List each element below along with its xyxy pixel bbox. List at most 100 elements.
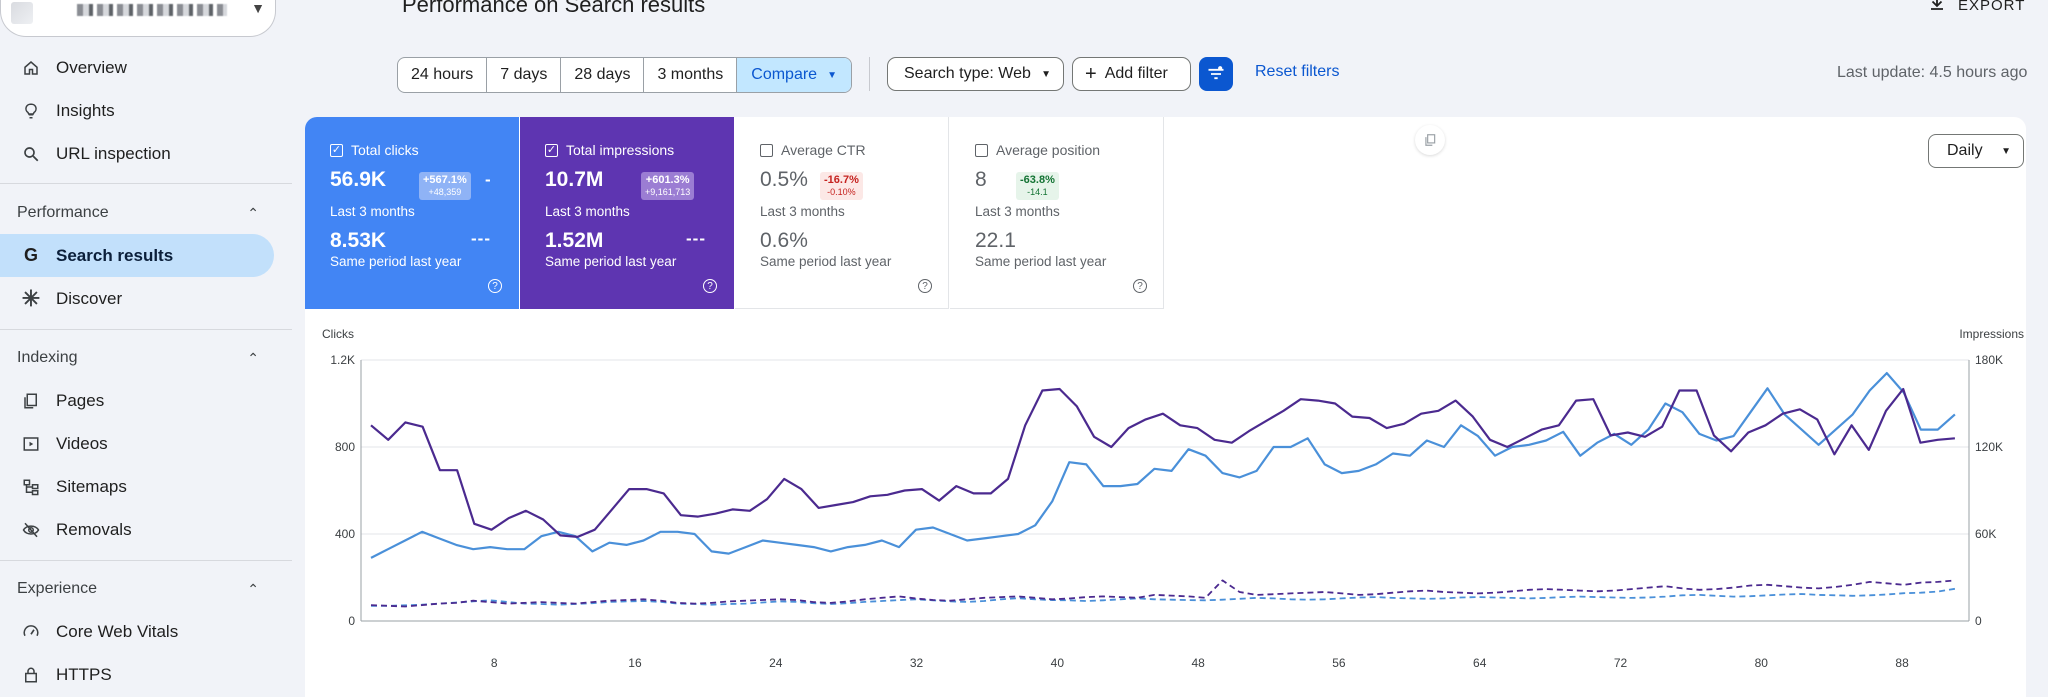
compare-dropdown[interactable]: Compare ▼ <box>737 58 851 92</box>
pages-icon <box>20 390 42 412</box>
date-range-group: 24 hours 7 days 28 days 3 months Compare… <box>397 57 852 93</box>
metric-label: Total impressions <box>566 142 675 158</box>
lightbulb-icon <box>20 100 42 122</box>
series-line-impressions_prev[interactable] <box>370 579 1955 608</box>
help-icon[interactable]: ? <box>488 279 502 293</box>
metric-value: 10.7M <box>545 168 604 191</box>
section-title: Performance <box>17 204 109 221</box>
change-percent: +601.3% <box>645 174 690 186</box>
sidebar-item-removals[interactable]: Removals <box>0 508 274 551</box>
metric-label: Total clicks <box>351 142 419 158</box>
range-28-days-button[interactable]: 28 days <box>561 58 645 92</box>
x-axis-tick: 16 <box>628 656 642 670</box>
sidebar-item-overview[interactable]: Overview <box>0 46 274 89</box>
metric-period: Last 3 months <box>330 204 415 219</box>
search-type-dropdown[interactable]: Search type: Web ▼ <box>887 57 1064 91</box>
filter-settings-button[interactable] <box>1199 57 1233 91</box>
metric-period: Last 3 months <box>975 204 1060 219</box>
chevron-up-icon: ⌃ <box>247 204 259 221</box>
metric-value: 0.5% <box>760 168 808 191</box>
section-experience[interactable]: Experience ⌃ <box>17 574 267 604</box>
checkbox-checked-icon[interactable]: ✓ <box>330 143 343 157</box>
performance-chart[interactable]: Clicks Impressions 0 0 400 60K 800 120K 1.2K 18… <box>305 317 2026 697</box>
help-icon[interactable]: ? <box>918 279 932 293</box>
help-icon[interactable]: ? <box>703 279 717 293</box>
range-7-days-button[interactable]: 7 days <box>487 58 562 92</box>
sidebar-divider <box>0 329 292 330</box>
x-axis-tick: 8 <box>491 656 498 670</box>
metric-value: 56.9K <box>330 168 387 191</box>
metric-prev-value: 8.53K <box>330 229 387 252</box>
export-label: EXPORT <box>1958 0 2026 14</box>
metric-label: Average position <box>996 142 1101 158</box>
range-24-hours-button[interactable]: 24 hours <box>398 58 488 92</box>
left-axis-tick: 400 <box>335 527 355 541</box>
sidebar-item-core-web-vitals[interactable]: Core Web Vitals <box>0 610 274 653</box>
metric-card-impressions[interactable]: ✓ Total impressions 10.7M +601.3% +9,161… <box>520 117 734 309</box>
metric-prev-period: Same period last year <box>330 254 462 269</box>
sidebar-item-label: Sitemaps <box>56 476 127 496</box>
metric-label: Average CTR <box>781 142 866 158</box>
x-axis-tick: 24 <box>769 656 783 670</box>
series-line-clicks_prev[interactable] <box>371 587 1956 607</box>
metric-header: Average position <box>975 142 1100 158</box>
sitemap-icon <box>20 476 42 498</box>
reset-filters-link[interactable]: Reset filters <box>1255 63 1339 81</box>
home-icon <box>20 57 42 79</box>
sidebar-item-label: Search results <box>56 245 174 265</box>
search-icon <box>20 143 42 165</box>
help-icon[interactable]: ? <box>1133 279 1147 293</box>
checkbox-unchecked-icon[interactable] <box>760 143 773 157</box>
sidebar-item-https[interactable]: HTTPS <box>0 653 274 696</box>
sidebar-item-pages[interactable]: Pages <box>0 379 274 422</box>
export-button[interactable]: EXPORT <box>1928 0 2025 16</box>
sidebar-item-url-inspection[interactable]: URL inspection <box>0 132 274 175</box>
x-axis-tick: 40 <box>1051 656 1065 670</box>
series-line-clicks[interactable] <box>370 371 1956 559</box>
section-indexing[interactable]: Indexing ⌃ <box>17 343 267 373</box>
sidebar-item-sitemaps[interactable]: Sitemaps <box>0 465 274 508</box>
change-badge: +567.1% +48,359 <box>419 172 471 200</box>
sidebar-item-label: Discover <box>56 288 123 308</box>
sidebar-item-label: Core Web Vitals <box>56 621 179 641</box>
metric-card-ctr[interactable]: Average CTR 0.5% -16.7% -0.10% Last 3 mo… <box>735 117 949 309</box>
property-selector[interactable]: ▼ <box>0 0 276 37</box>
compare-label: Compare <box>751 66 818 83</box>
sidebar-item-search-results[interactable]: G Search results <box>0 234 274 277</box>
range-3-months-button[interactable]: 3 months <box>644 58 738 92</box>
sidebar-item-videos[interactable]: Videos <box>0 422 274 465</box>
plus-icon: + <box>1085 63 1097 85</box>
change-absolute: +9,161,713 <box>645 187 691 197</box>
checkbox-checked-icon[interactable]: ✓ <box>545 143 558 157</box>
sidebar-item-label: URL inspection <box>56 143 171 163</box>
granularity-dropdown[interactable]: Daily ▼ <box>1928 134 2024 168</box>
section-performance[interactable]: Performance ⌃ <box>17 198 267 228</box>
chevron-down-icon: ▼ <box>251 0 265 16</box>
change-badge: -63.8% -14.1 <box>1016 172 1059 200</box>
metric-header: Average CTR <box>760 142 866 158</box>
add-filter-button[interactable]: + Add filter <box>1072 57 1191 91</box>
sidebar-item-label: Videos <box>56 433 108 453</box>
chevron-up-icon: ⌃ <box>247 580 259 597</box>
sidebar-divider <box>0 560 292 561</box>
filter-list-icon <box>1208 66 1224 80</box>
series-line-impressions[interactable] <box>370 387 1955 538</box>
x-axis-tick: 72 <box>1614 656 1628 670</box>
performance-panel: ✓ Total clicks 56.9K +567.1% +48,359 - L… <box>305 117 2026 697</box>
metric-card-position[interactable]: Average position 8 -63.8% -14.1 Last 3 m… <box>950 117 1164 309</box>
left-axis-title: Clicks <box>322 327 354 341</box>
sidebar-item-label: Insights <box>56 100 115 120</box>
sidebar-item-insights[interactable]: Insights <box>0 89 274 132</box>
metric-value: 8 <box>975 168 987 191</box>
add-filter-label: Add filter <box>1104 65 1168 82</box>
metric-prev-value: 22.1 <box>975 229 1016 252</box>
metric-card-clicks[interactable]: ✓ Total clicks 56.9K +567.1% +48,359 - L… <box>305 117 519 309</box>
checkbox-unchecked-icon[interactable] <box>975 143 988 157</box>
prev-dash-indicator: --- <box>686 229 706 248</box>
metric-prev-period: Same period last year <box>545 254 677 269</box>
copy-icon[interactable] <box>1415 125 1445 155</box>
sidebar-item-discover[interactable]: ✳ Discover <box>0 277 274 320</box>
sidebar-item-label: Removals <box>56 519 132 539</box>
filter-divider <box>869 57 870 91</box>
property-logo <box>11 2 33 24</box>
